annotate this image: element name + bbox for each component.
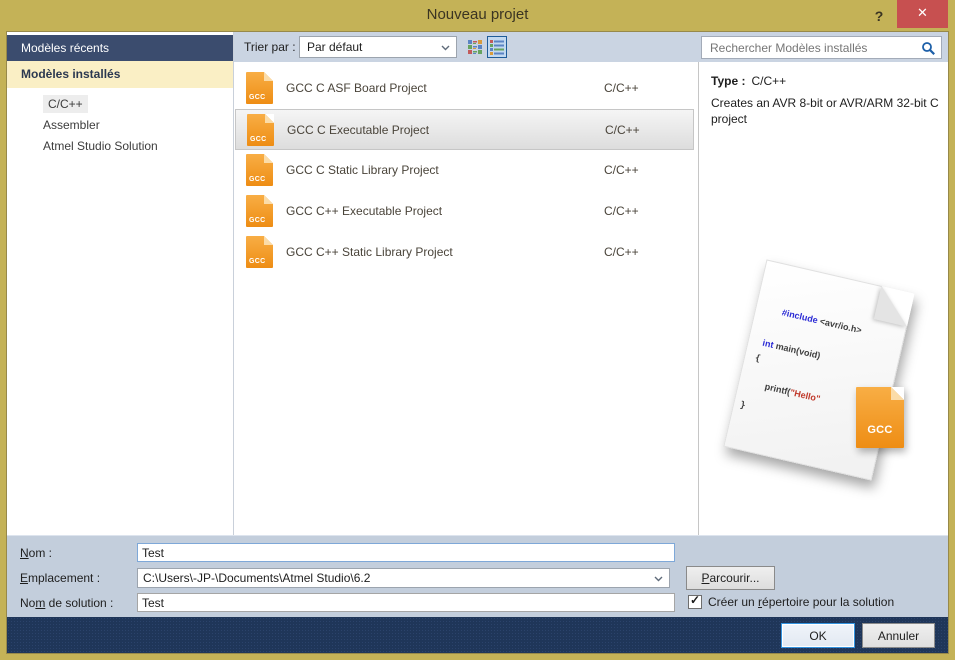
location-combobox[interactable]: C:\Users\-JP-\Documents\Atmel Studio\6.2 [137, 568, 670, 588]
button-bar: OK Annuler [7, 617, 948, 653]
template-list: GCC GCC C ASF Board Project C/C++ GCC GC… [234, 62, 698, 535]
sort-by-label: Trier par : [244, 32, 296, 62]
small-icons-view-button[interactable] [487, 36, 507, 58]
name-label: Nom : [20, 544, 52, 562]
sort-by-value: Par défaut [307, 40, 362, 54]
location-value: C:\Users\-JP-\Documents\Atmel Studio\6.2 [143, 571, 370, 585]
solution-name-input[interactable] [137, 593, 675, 612]
gcc-icon-label: GCC [250, 136, 266, 143]
template-name: GCC C Executable Project [287, 110, 429, 151]
cancel-button[interactable]: Annuler [862, 623, 935, 648]
sort-by-dropdown[interactable]: Par défaut [299, 36, 457, 58]
new-project-dialog: Nouveau projet ? ✕ Modèles récents Modèl… [0, 0, 955, 660]
tree-item-label: C/C++ [43, 95, 88, 113]
template-category: C/C++ [604, 68, 639, 109]
medium-icons-icon [468, 40, 482, 55]
gcc-file-icon: GCC [246, 236, 273, 268]
template-name: GCC C ASF Board Project [286, 68, 427, 109]
template-category: C/C++ [605, 110, 640, 151]
ok-button[interactable]: OK [781, 623, 855, 648]
project-form: Nom : Emplacement : C:\Users\-JP-\Docume… [7, 535, 948, 617]
template-row[interactable]: GCC GCC C Static Library Project C/C++ [235, 150, 694, 191]
template-name: GCC C Static Library Project [286, 150, 439, 191]
sidebar-item-installed-templates[interactable]: Modèles installés [7, 61, 233, 88]
search-box [701, 36, 942, 59]
details-panel: Type : C/C++ Creates an AVR 8-bit or AVR/… [699, 62, 948, 535]
search-input[interactable] [702, 37, 920, 58]
type-label: Type : [711, 74, 745, 88]
gcc-file-icon: GCC [246, 154, 273, 186]
template-category: C/C++ [604, 150, 639, 191]
template-row-selected[interactable]: GCC GCC C Executable Project C/C++ [235, 109, 694, 150]
gcc-file-icon-large: GCC [856, 387, 904, 448]
create-directory-label[interactable]: Créer un répertoire pour la solution [708, 593, 894, 611]
title-bar[interactable]: Nouveau projet ? ✕ [0, 0, 955, 32]
tree-item-atmel-studio-solution[interactable]: Atmel Studio Solution [7, 136, 233, 157]
tree-item-label: Atmel Studio Solution [43, 139, 158, 153]
template-description: Creates an AVR 8-bit or AVR/ARM 32-bit C… [711, 96, 941, 127]
gcc-icon-label: GCC [249, 94, 265, 101]
gcc-file-icon: GCC [247, 114, 274, 146]
dialog-content: Modèles récents Modèles installés C/C++ … [7, 32, 948, 653]
template-category: C/C++ [604, 232, 639, 273]
dialog-title: Nouveau projet [0, 6, 955, 23]
search-icon[interactable] [921, 41, 936, 56]
location-label: Emplacement : [20, 569, 100, 587]
gcc-icon-label: GCC [856, 424, 904, 436]
chevron-down-icon [441, 45, 450, 51]
browse-button[interactable]: Parcourir... [686, 566, 775, 590]
gcc-file-icon: GCC [246, 72, 273, 104]
name-input[interactable] [137, 543, 675, 562]
medium-icons-view-button[interactable] [465, 36, 485, 58]
gcc-icon-label: GCC [249, 176, 265, 183]
toolbar: Trier par : Par défaut [234, 32, 948, 62]
gcc-icon-label: GCC [249, 217, 265, 224]
gcc-icon-label: GCC [249, 258, 265, 265]
template-category-tree: C/C++ Assembler Atmel Studio Solution [7, 94, 233, 157]
tree-item-label: Assembler [43, 118, 100, 132]
template-name: GCC C++ Executable Project [286, 191, 442, 232]
tree-item-c-cpp[interactable]: C/C++ [7, 94, 233, 115]
gcc-file-icon: GCC [246, 195, 273, 227]
create-directory-checkbox[interactable]: ✓ [688, 595, 702, 609]
help-button[interactable]: ? [867, 4, 891, 28]
template-name: GCC C++ Static Library Project [286, 232, 453, 273]
check-icon: ✓ [690, 593, 700, 607]
template-row[interactable]: GCC GCC C++ Static Library Project C/C++ [235, 232, 694, 273]
solution-name-label: Nom de solution : [20, 594, 113, 612]
template-row[interactable]: GCC GCC C++ Executable Project C/C++ [235, 191, 694, 232]
template-row[interactable]: GCC GCC C ASF Board Project C/C++ [235, 68, 694, 109]
sidebar-item-recent-templates[interactable]: Modèles récents [7, 35, 233, 61]
small-icons-icon [490, 40, 504, 55]
close-button[interactable]: ✕ [897, 0, 948, 28]
type-value: C/C++ [751, 74, 786, 88]
tree-item-assembler[interactable]: Assembler [7, 115, 233, 136]
template-category: C/C++ [604, 191, 639, 232]
type-line: Type : C/C++ [711, 74, 786, 88]
chevron-down-icon [654, 576, 663, 582]
sidebar: Modèles récents Modèles installés C/C++ … [7, 32, 233, 535]
folded-corner-icon [874, 286, 915, 327]
